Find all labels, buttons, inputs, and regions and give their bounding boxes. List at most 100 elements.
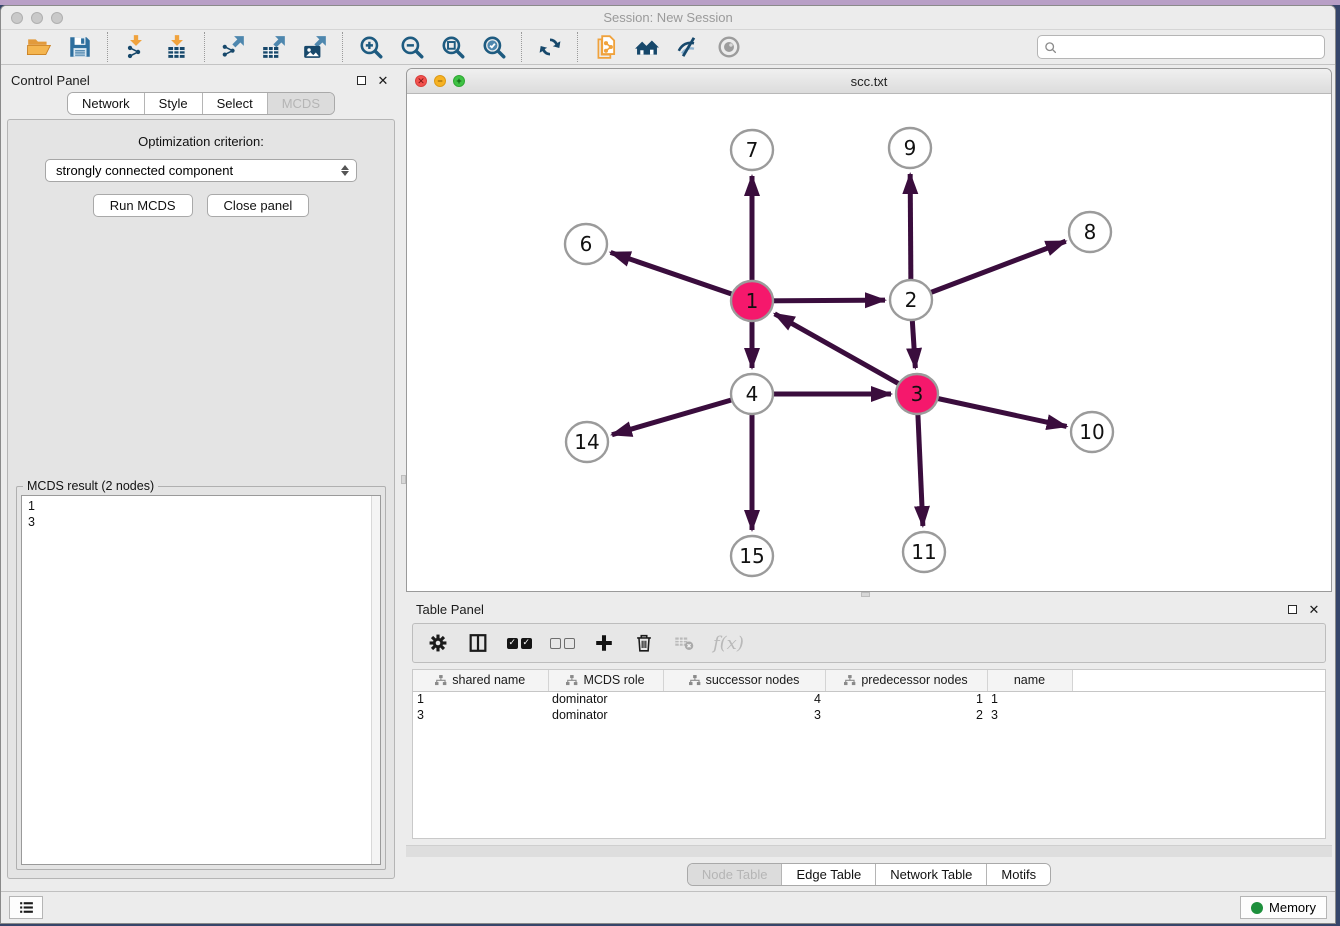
optimization-criterion-dropdown[interactable]: strongly connected component [45, 159, 357, 182]
save-session-icon[interactable] [66, 34, 93, 61]
graph-node-4[interactable]: 4 [731, 374, 773, 414]
table-cell-filler [1072, 691, 1325, 707]
graph-edge-2-8[interactable] [911, 241, 1066, 300]
graph-node-1[interactable]: 1 [731, 281, 773, 321]
export-image-icon[interactable] [301, 34, 328, 61]
table-cell[interactable]: 3 [413, 707, 548, 723]
splitter-handle[interactable] [861, 592, 870, 597]
table-cell-filler [1072, 707, 1325, 723]
graph-node-label: 10 [1079, 420, 1104, 444]
import-table-icon[interactable] [163, 34, 190, 61]
select-all-icon[interactable] [507, 631, 532, 655]
fx-icon: f(x) [713, 633, 744, 654]
table-panel: Table Panel ✕ [406, 597, 1332, 891]
zoom-fit-icon[interactable] [439, 34, 466, 61]
export-network-icon[interactable] [219, 34, 246, 61]
network-canvas[interactable]: 7 9 6 8 1 2 4 3 14 10 15 11 [407, 94, 1331, 591]
table-panel-close-button[interactable]: ✕ [1306, 601, 1322, 617]
graph-node-3[interactable]: 3 [896, 374, 938, 414]
tab-style[interactable]: Style [144, 93, 202, 114]
float-icon [357, 76, 366, 85]
network-window: ✕ − + scc.txt 7968124314101511 [406, 68, 1332, 592]
column-header-MCDS-role[interactable]: MCDS role [548, 670, 663, 691]
table-cell[interactable]: 2 [825, 707, 987, 723]
search-input[interactable] [1062, 40, 1318, 55]
graph-edge-3-1[interactable] [775, 314, 917, 394]
network-window-title: scc.txt [407, 74, 1331, 89]
clone-network-icon[interactable] [592, 34, 619, 61]
add-column-icon[interactable] [593, 631, 615, 655]
control-panel-close-button[interactable]: ✕ [375, 72, 391, 88]
import-network-icon[interactable] [122, 34, 149, 61]
graph-node-7[interactable]: 7 [731, 130, 773, 170]
table-settings-gear-icon[interactable] [427, 631, 449, 655]
export-table-icon[interactable] [260, 34, 287, 61]
table-row[interactable]: 3dominator323 [413, 707, 1325, 723]
optimization-criterion-label: Optimization criterion: [14, 134, 388, 149]
column-header-shared-name[interactable]: shared name [413, 670, 548, 691]
table-cell[interactable]: dominator [548, 707, 663, 723]
graph-edge-1-6[interactable] [611, 252, 752, 301]
zoom-out-icon[interactable] [398, 34, 425, 61]
graph-node-14[interactable]: 14 [566, 422, 608, 462]
open-folder-icon[interactable] [25, 34, 52, 61]
mcds-result-item[interactable]: 1 [28, 498, 371, 514]
table-cell[interactable]: 1 [987, 691, 1072, 707]
table-cell[interactable]: 1 [413, 691, 548, 707]
tab-edge-table[interactable]: Edge Table [781, 864, 875, 885]
control-panel-float-button[interactable] [353, 72, 369, 88]
tab-mcds[interactable]: MCDS [267, 93, 334, 114]
close-panel-button[interactable]: Close panel [207, 194, 310, 217]
graph-node-label: 2 [905, 288, 918, 312]
graph-node-2[interactable]: 2 [890, 280, 932, 320]
table-cell[interactable]: 4 [663, 691, 825, 707]
graph-edge-3-10[interactable] [917, 394, 1067, 426]
result-scrollbar[interactable] [371, 496, 380, 864]
table-cell[interactable]: 3 [987, 707, 1072, 723]
graph-node-9[interactable]: 9 [889, 128, 931, 168]
graph-node-15[interactable]: 15 [731, 536, 773, 576]
show-columns-icon[interactable] [467, 631, 489, 655]
graph-node-8[interactable]: 8 [1069, 212, 1111, 252]
group-by-icon [435, 675, 447, 686]
zoom-selected-icon[interactable] [480, 34, 507, 61]
run-mcds-button[interactable]: Run MCDS [93, 194, 193, 217]
tab-network-table[interactable]: Network Table [875, 864, 986, 885]
node-table: shared nameMCDS rolesuccessor nodesprede… [412, 669, 1326, 839]
mcds-result-title: MCDS result (2 nodes) [23, 479, 158, 493]
deselect-all-icon[interactable] [550, 631, 575, 655]
table-row[interactable]: 1dominator411 [413, 691, 1325, 707]
mcds-result-item[interactable]: 3 [28, 514, 371, 530]
zoom-in-icon[interactable] [357, 34, 384, 61]
tab-network[interactable]: Network [68, 93, 144, 114]
delete-row-trash-icon[interactable] [633, 631, 655, 655]
horizontal-splitter[interactable] [406, 592, 1332, 597]
function-builder-button: f(x) [713, 631, 744, 655]
tab-select[interactable]: Select [202, 93, 267, 114]
graph-node-label: 4 [746, 382, 759, 406]
table-cell[interactable]: 1 [825, 691, 987, 707]
column-header-name[interactable]: name [987, 670, 1072, 691]
column-header-predecessor-nodes[interactable]: predecessor nodes [825, 670, 987, 691]
refresh-icon[interactable] [536, 34, 563, 61]
task-history-button[interactable] [9, 896, 43, 919]
tab-node-table[interactable]: Node Table [688, 864, 782, 885]
memory-button[interactable]: Memory [1240, 896, 1327, 919]
graph-node-11[interactable]: 11 [903, 532, 945, 572]
graph-node-6[interactable]: 6 [565, 224, 607, 264]
memory-status-icon [1251, 902, 1263, 914]
column-header-successor-nodes[interactable]: successor nodes [663, 670, 825, 691]
hide-icon[interactable] [674, 34, 701, 61]
graph-node-10[interactable]: 10 [1071, 412, 1113, 452]
search-field-container [1037, 35, 1325, 59]
graph-node-label: 1 [746, 289, 759, 313]
network-graph: 7 9 6 8 1 2 4 3 14 10 15 11 [407, 94, 1331, 591]
mcds-result-list[interactable]: 13 [22, 496, 371, 864]
group-by-icon [566, 675, 578, 686]
delete-table-icon [673, 631, 695, 655]
table-cell[interactable]: dominator [548, 691, 663, 707]
table-cell[interactable]: 3 [663, 707, 825, 723]
table-panel-float-button[interactable] [1284, 601, 1300, 617]
home-icon[interactable] [633, 34, 660, 61]
tab-motifs[interactable]: Motifs [986, 864, 1050, 885]
